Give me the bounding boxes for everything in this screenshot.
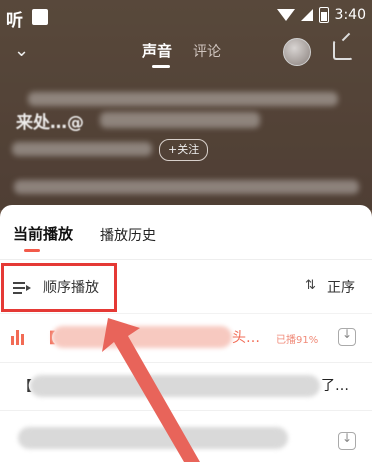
download-icon[interactable] bbox=[338, 431, 356, 450]
played-progress: 已播91% bbox=[276, 335, 319, 346]
tab-current-playing[interactable]: 当前播放 bbox=[13, 223, 73, 244]
blurred-author bbox=[12, 142, 152, 156]
blurred-description bbox=[14, 180, 359, 194]
now-playing-icon bbox=[11, 329, 27, 345]
status-icons: 3:40 bbox=[276, 7, 366, 23]
track-title-suffix: 了… bbox=[321, 378, 349, 394]
tab-active-indicator bbox=[24, 249, 40, 252]
chevron-down-icon[interactable]: ⌄ bbox=[14, 40, 29, 61]
tab-play-history[interactable]: 播放历史 bbox=[100, 225, 156, 245]
track-title-suffix: 头… bbox=[232, 330, 260, 346]
track-title-blurred bbox=[30, 375, 320, 397]
share-icon[interactable] bbox=[333, 40, 353, 60]
track-title-blurred bbox=[18, 427, 288, 449]
signal-icon bbox=[300, 9, 313, 21]
battery-icon bbox=[318, 7, 329, 23]
highlight-annotation-box bbox=[1, 263, 117, 312]
track-title-blurred bbox=[52, 326, 232, 348]
playlist-sheet: 当前播放 播放历史 顺序播放 ⇅ 正序 【 头… 已播91% 【 了… bbox=[0, 205, 372, 462]
download-icon[interactable] bbox=[338, 327, 356, 346]
follow-button[interactable]: +关注 bbox=[159, 139, 209, 161]
tab-sound[interactable]: 声音 bbox=[142, 40, 172, 61]
playlist-tabs: 当前播放 播放历史 bbox=[0, 205, 372, 259]
list-item[interactable]: 【 头… 已播91% bbox=[0, 315, 372, 363]
wifi-icon bbox=[276, 9, 295, 21]
background-title-text: 来处…@ bbox=[16, 113, 84, 133]
sort-order-button[interactable]: 正序 bbox=[327, 277, 355, 297]
list-item[interactable]: 【 了… bbox=[0, 363, 372, 411]
status-time: 3:40 bbox=[334, 7, 366, 23]
blurred-title-line-2 bbox=[100, 112, 260, 128]
divider bbox=[0, 313, 372, 314]
blurred-title-line bbox=[28, 92, 338, 106]
list-item[interactable] bbox=[0, 415, 372, 462]
sort-icon[interactable]: ⇅ bbox=[305, 278, 316, 293]
status-bar: 听 3:40 bbox=[0, 0, 372, 34]
app-notification-icon: 听 bbox=[6, 11, 23, 31]
tab-comment[interactable]: 评论 bbox=[193, 41, 221, 61]
player-header: ⌄ 声音 评论 bbox=[0, 34, 372, 74]
tab-active-indicator bbox=[152, 65, 170, 68]
avatar[interactable] bbox=[283, 38, 311, 66]
notification-square-icon bbox=[32, 9, 48, 25]
